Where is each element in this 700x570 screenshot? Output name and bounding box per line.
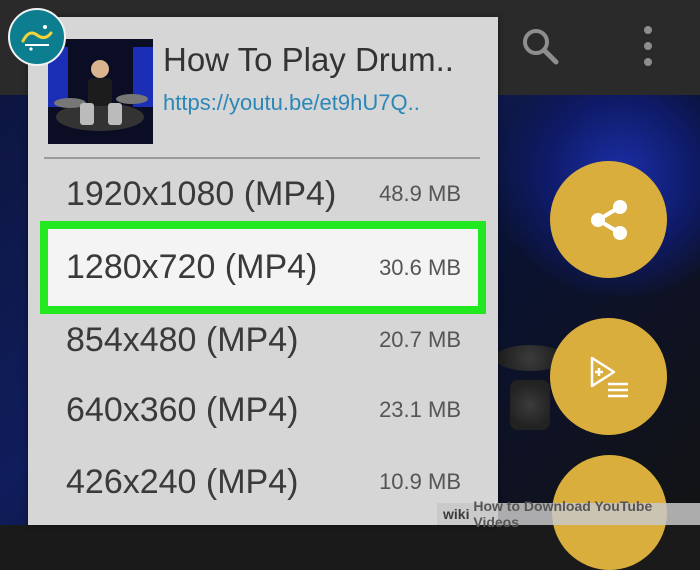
more-vert-icon[interactable] [638, 24, 658, 68]
logo-mark-icon [21, 25, 53, 51]
format-option[interactable]: 854x480 (MP4) 20.7 MB [40, 305, 486, 375]
video-thumbnail [48, 39, 153, 144]
drum-tom [510, 380, 550, 430]
search-icon[interactable] [520, 26, 560, 66]
format-option[interactable]: 640x360 (MP4) 23.1 MB [40, 375, 486, 445]
option-size: 23.1 MB [379, 397, 461, 422]
share-button[interactable] [550, 161, 667, 278]
option-size: 48.9 MB [379, 181, 461, 206]
option-resolution: 426x240 (MP4) [66, 462, 299, 501]
format-option-selected[interactable]: 1280x720 (MP4) 30.6 MB [40, 221, 486, 314]
watermark: wiki How to Download YouTube Videos [437, 498, 700, 530]
watermark-text: How to Download YouTube Videos [473, 498, 653, 530]
download-dialog: How To Play Drum.. https://youtu.be/et9h… [28, 17, 498, 525]
add-to-playlist-button[interactable] [550, 318, 667, 435]
format-option[interactable]: 426x240 (MP4) 10.9 MB [40, 447, 486, 517]
option-size: 10.9 MB [379, 469, 461, 494]
playlist-add-icon [590, 356, 628, 397]
option-size: 20.7 MB [379, 327, 461, 352]
option-resolution: 854x480 (MP4) [66, 320, 299, 359]
video-title: How To Play Drum.. [163, 41, 454, 78]
option-resolution: 640x360 (MP4) [66, 390, 299, 429]
video-link[interactable]: https://youtu.be/et9hU7Q.. [163, 90, 493, 116]
watermark-wiki: wiki [443, 506, 470, 522]
option-resolution: 1280x720 (MP4) [66, 248, 318, 286]
site-logo [8, 8, 66, 66]
option-resolution: 1920x1080 (MP4) [66, 174, 337, 213]
option-size: 30.6 MB [379, 254, 461, 280]
share-icon [590, 199, 627, 240]
format-option[interactable]: 1920x1080 (MP4) 48.9 MB [40, 159, 486, 229]
